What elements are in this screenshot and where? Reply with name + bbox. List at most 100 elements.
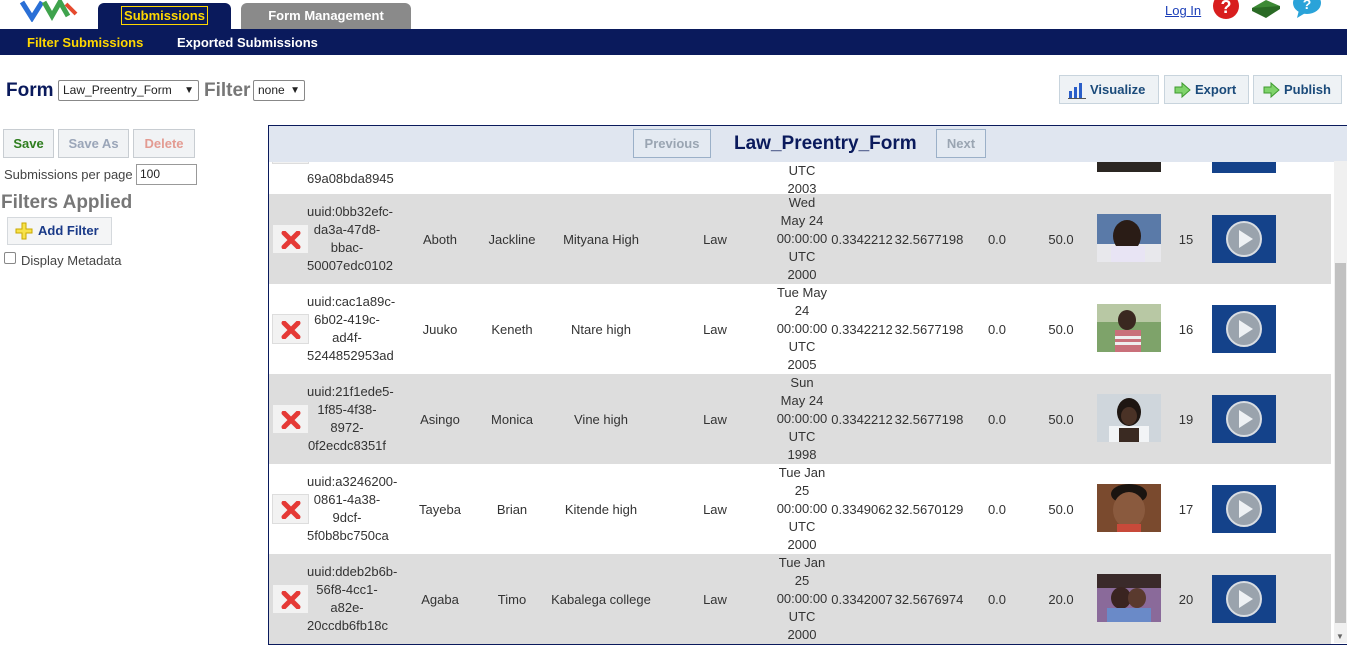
panel-header: Previous Law_Preentry_Form Next	[269, 126, 1347, 162]
submission-photo[interactable]	[1097, 304, 1161, 352]
date-line: 00:00:00	[776, 321, 828, 336]
scrollbar-thumb[interactable]	[1335, 263, 1346, 623]
first-name-cell: Asingo	[420, 411, 460, 427]
delete-row-button[interactable]	[272, 404, 309, 434]
date-line: UTC	[788, 339, 816, 354]
date-cell: Wed May 24 00:00:00 UTC 2000	[771, 194, 833, 284]
logo[interactable]	[18, 0, 80, 22]
date-cell: Tue Jan 25 00:00:00 UTC 2000	[771, 554, 833, 644]
next-button[interactable]: Next	[936, 129, 986, 158]
red-x-icon	[281, 501, 301, 519]
save-button[interactable]: Save	[3, 129, 54, 158]
filter-select-value: none	[258, 83, 285, 97]
date-line: 2005	[787, 357, 817, 372]
number-cell: 19	[1178, 411, 1194, 427]
latitude-cell: 0.3342212	[831, 411, 893, 427]
red-x-icon	[281, 411, 301, 429]
date-line: 2000	[787, 267, 817, 282]
subject-cell: Law	[703, 411, 727, 427]
submission-photo[interactable]	[1097, 574, 1161, 622]
uuid-text: 69a08bda8945	[307, 171, 394, 186]
previous-button[interactable]: Previous	[633, 129, 711, 158]
delete-row-button[interactable]	[272, 584, 309, 614]
top-bar: Submissions Form Management Log In ? ?	[0, 0, 1347, 29]
play-media-button[interactable]	[1212, 162, 1276, 173]
display-metadata-checkbox[interactable]	[4, 252, 16, 264]
altitude-cell: 0.0	[987, 591, 1007, 607]
subnav-filter-submissions[interactable]: Filter Submissions	[27, 35, 143, 50]
filter-select[interactable]: none ▼	[253, 80, 305, 101]
date-line: Wed	[788, 195, 816, 210]
longitude-cell: 32.5677198	[894, 231, 964, 247]
altitude-cell: 0.0	[987, 321, 1007, 337]
submission-photo[interactable]	[1097, 162, 1161, 172]
date-line: UTC	[788, 249, 816, 264]
form-select[interactable]: Law_Preentry_Form ▼	[58, 80, 199, 101]
save-as-button[interactable]: Save As	[58, 129, 129, 158]
table-row: uuid:a3246200- 0861-4a38- 9dcf- 5f0b8bc7…	[269, 464, 1331, 554]
uuid-line: 5f0b8bc750ca	[307, 528, 389, 543]
submission-photo[interactable]	[1097, 484, 1161, 532]
visualize-button[interactable]: Visualize	[1059, 75, 1159, 104]
arrow-right-icon	[1263, 81, 1280, 99]
play-media-button[interactable]	[1212, 485, 1276, 533]
date-cell: Tue Jan 25 00:00:00 UTC 2000	[771, 464, 833, 554]
panel-title: Law_Preentry_Form	[734, 133, 917, 154]
date-cell: Tue May 24 00:00:00 UTC 2005	[771, 284, 833, 374]
delete-row-button[interactable]	[272, 494, 309, 524]
delete-row-button[interactable]	[272, 224, 309, 254]
date-line: May 24	[780, 213, 824, 228]
uuid-line: uuid:ddeb2b6b-	[307, 564, 398, 579]
date-line: UTC	[788, 609, 816, 624]
altitude-cell: 0.0	[987, 501, 1007, 517]
filters-applied-title: Filters Applied	[1, 192, 133, 213]
red-x-icon	[281, 321, 301, 339]
tab-form-management[interactable]: Form Management	[241, 3, 411, 29]
table-row: uuid:0bb32efc- da3a-47d8- bbac- 50007edc…	[269, 194, 1331, 284]
subnav-exported-submissions[interactable]: Exported Submissions	[177, 35, 318, 50]
table-scrollbar[interactable]: ▼	[1334, 161, 1347, 643]
login-link[interactable]: Log In	[1165, 3, 1201, 18]
subject-cell: Law	[703, 591, 727, 607]
export-label: Export	[1195, 82, 1237, 97]
submission-photo[interactable]	[1097, 214, 1161, 262]
submission-photo[interactable]	[1097, 394, 1161, 442]
table-row: 69a08bda8945 UTC 2003	[269, 162, 1331, 196]
scroll-down-arrow-icon[interactable]: ▼	[1336, 632, 1344, 641]
export-button[interactable]: Export	[1164, 75, 1249, 104]
sub-navigation: Filter Submissions Exported Submissions	[0, 29, 1347, 55]
per-page-input[interactable]: 100	[136, 164, 197, 185]
tab-submissions[interactable]: Submissions	[98, 3, 231, 29]
date-line: UTC	[788, 429, 816, 444]
play-icon	[1226, 311, 1262, 347]
dropdown-arrow-icon: ▼	[184, 85, 194, 96]
uuid-line: a82e-	[330, 600, 364, 615]
uuid-line: da3a-47d8-	[313, 222, 381, 237]
help-icon[interactable]: ?	[1211, 0, 1241, 22]
date-cell: Sun May 24 00:00:00 UTC 1998	[771, 374, 833, 464]
altitude-cell: 0.0	[987, 231, 1007, 247]
last-name-cell: Timo	[497, 591, 527, 607]
chat-icon[interactable]: ?	[1291, 0, 1323, 18]
delete-button[interactable]: Delete	[133, 129, 195, 158]
book-icon[interactable]	[1250, 0, 1282, 18]
latitude-cell: 0.3342007	[831, 591, 893, 607]
date-line: UTC	[788, 519, 816, 534]
accuracy-cell: 50.0	[1048, 321, 1074, 337]
filter-label: Filter	[204, 80, 251, 101]
play-media-button[interactable]	[1212, 215, 1276, 263]
uuid-line: 0f2ecdc8351f	[307, 438, 387, 453]
date-line: 00:00:00	[776, 501, 828, 516]
add-filter-button[interactable]: Add Filter	[7, 217, 112, 245]
arrow-right-icon	[1174, 81, 1191, 99]
play-media-button[interactable]	[1212, 395, 1276, 443]
accuracy-cell: 20.0	[1048, 591, 1074, 607]
publish-button[interactable]: Publish	[1253, 75, 1342, 104]
longitude-cell: 32.5670129	[894, 501, 964, 517]
play-media-button[interactable]	[1212, 305, 1276, 353]
delete-row-button[interactable]	[272, 314, 309, 344]
delete-row-button[interactable]	[272, 162, 309, 164]
school-cell: Kitende high	[564, 501, 638, 517]
uuid-line: bbac-	[330, 240, 364, 255]
play-media-button[interactable]	[1212, 575, 1276, 623]
